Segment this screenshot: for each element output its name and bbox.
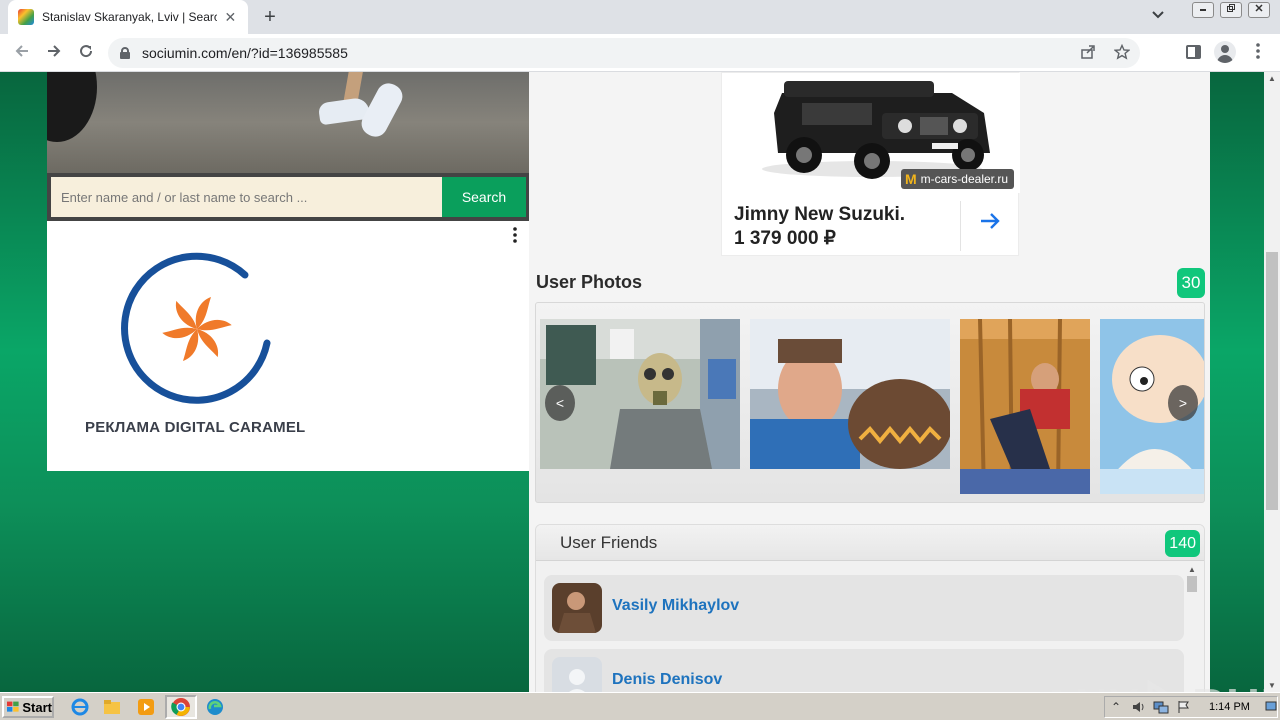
caramel-logo-icon bbox=[121, 252, 271, 404]
taskbar-chrome-button[interactable] bbox=[165, 695, 197, 719]
new-tab-button[interactable]: + bbox=[258, 6, 282, 30]
arrow-right-icon[interactable] bbox=[976, 209, 1004, 237]
system-tray: ⌃ 1:14 PM bbox=[1104, 696, 1278, 718]
start-button[interactable]: Start bbox=[2, 696, 54, 718]
tray-expand-icon[interactable]: ⌃ bbox=[1111, 700, 1121, 714]
forward-arrow-icon[interactable] bbox=[42, 42, 66, 64]
browser-tab[interactable]: Stanislav Skaranyak, Lviv | Search In ✕ bbox=[8, 0, 248, 34]
dealer-badge: M m-cars-dealer.ru bbox=[900, 169, 1014, 189]
minimize-button[interactable] bbox=[1192, 2, 1214, 18]
user-friends-title: User Friends bbox=[560, 533, 658, 552]
browser-tab-strip: Stanislav Skaranyak, Lviv | Search In ✕ … bbox=[0, 0, 1280, 34]
carousel-prev-button[interactable]: < bbox=[545, 385, 575, 421]
edge-icon[interactable] bbox=[205, 697, 225, 717]
chrome-icon bbox=[171, 698, 190, 716]
browser-toolbar: sociumin.com/en/?id=136985585 bbox=[0, 34, 1280, 72]
photos-carousel: < > bbox=[535, 302, 1205, 503]
friends-header: User Friends 140 bbox=[536, 525, 1204, 561]
dealer-badge-text: m-cars-dealer.ru bbox=[920, 172, 1008, 186]
photos-count-badge: 30 bbox=[1177, 268, 1205, 298]
file-explorer-icon[interactable] bbox=[102, 697, 122, 717]
ad-options-icon[interactable] bbox=[513, 227, 517, 247]
main-column: M m-cars-dealer.ru Jimny New Suzuki. 1 3… bbox=[529, 72, 1210, 692]
profile-avatar-icon[interactable] bbox=[1214, 41, 1236, 63]
car-ad-card[interactable]: M m-cars-dealer.ru Jimny New Suzuki. 1 3… bbox=[721, 72, 1020, 256]
tab-title: Stanislav Skaranyak, Lviv | Search In bbox=[42, 10, 217, 24]
share-icon[interactable] bbox=[1080, 44, 1096, 64]
window-controls bbox=[1192, 2, 1270, 18]
dealer-logo-icon: M bbox=[904, 171, 917, 187]
ad-brand-text: РЕКЛАМА DIGITAL CARAMEL bbox=[85, 419, 306, 436]
bookmark-star-icon[interactable] bbox=[1113, 43, 1131, 64]
ad-banner-digital-caramel[interactable]: РЕКЛАМА DIGITAL CARAMEL bbox=[47, 221, 529, 471]
close-window-button[interactable] bbox=[1248, 2, 1270, 18]
internet-explorer-icon[interactable] bbox=[70, 697, 90, 717]
play-logo-icon bbox=[1147, 680, 1168, 692]
flag-icon[interactable] bbox=[1177, 700, 1191, 717]
search-input[interactable] bbox=[51, 177, 442, 217]
watermark-text-right: RUN bbox=[1192, 678, 1264, 692]
header-banner-image bbox=[47, 72, 529, 173]
anyrun-watermark: ANY RUN bbox=[1040, 678, 1264, 692]
scroll-up-arrow-icon[interactable]: ▲ bbox=[1186, 565, 1198, 574]
car-ad-price: 1 379 000 ₽ bbox=[734, 228, 836, 249]
default-avatar-icon bbox=[552, 657, 602, 692]
reload-icon[interactable] bbox=[74, 42, 98, 64]
carousel-next-button[interactable]: > bbox=[1168, 385, 1198, 421]
friends-scrollbar[interactable]: ▲ bbox=[1186, 565, 1198, 692]
url-text[interactable]: sociumin.com/en/?id=136985585 bbox=[142, 45, 348, 61]
taskbar-clock[interactable]: 1:14 PM bbox=[1209, 701, 1250, 713]
car-ad-divider bbox=[960, 201, 961, 251]
friend-list-item[interactable]: Vasily Mikhaylov bbox=[544, 575, 1184, 641]
windows-logo-icon bbox=[7, 701, 19, 712]
back-arrow-icon[interactable] bbox=[10, 42, 34, 64]
start-label: Start bbox=[22, 699, 52, 715]
site-favicon-icon bbox=[18, 9, 34, 25]
media-player-icon[interactable] bbox=[136, 697, 156, 717]
page-scroll-down-icon[interactable]: ▼ bbox=[1264, 681, 1280, 690]
search-button[interactable]: Search bbox=[442, 177, 526, 217]
friend-name-link[interactable]: Vasily Mikhaylov bbox=[612, 597, 739, 615]
show-desktop-icon[interactable] bbox=[1265, 700, 1277, 715]
lock-icon[interactable] bbox=[120, 47, 130, 59]
tab-search-chevron-icon[interactable] bbox=[1152, 8, 1164, 22]
side-panel-icon[interactable] bbox=[1186, 45, 1201, 59]
left-column: Search РЕКЛАМА DIGITAL CARAMEL bbox=[47, 72, 529, 471]
restore-button[interactable] bbox=[1220, 2, 1242, 18]
user-photos-title: User Photos bbox=[536, 272, 643, 292]
car-ad-title: Jimny New Suzuki. bbox=[734, 204, 906, 225]
network-icon[interactable] bbox=[1153, 700, 1169, 717]
tab-close-icon[interactable]: ✕ bbox=[223, 9, 238, 26]
page-scroll-up-icon[interactable]: ▲ bbox=[1264, 74, 1280, 83]
search-bar: Search bbox=[47, 173, 529, 221]
user-friends-panel: User Friends 140 Vasily Mikhaylov Denis … bbox=[535, 524, 1205, 692]
friends-count-badge: 140 bbox=[1165, 530, 1200, 557]
page-viewport: Search РЕКЛАМА DIGITAL CARAMEL bbox=[0, 72, 1264, 692]
volume-icon[interactable] bbox=[1131, 700, 1147, 717]
friend-avatar bbox=[552, 583, 602, 633]
photo-thumbnail[interactable] bbox=[960, 319, 1090, 494]
friend-name-link[interactable]: Denis Denisov bbox=[612, 671, 722, 689]
page-scrollbar[interactable]: ▲ ▼ bbox=[1264, 72, 1280, 692]
address-bar[interactable]: sociumin.com/en/?id=136985585 bbox=[108, 38, 1140, 68]
watermark-text-left: ANY bbox=[1040, 678, 1140, 692]
photo-thumbnail[interactable] bbox=[750, 319, 950, 469]
car-ad-caption: Jimny New Suzuki. 1 379 000 ₽ bbox=[734, 203, 954, 251]
windows-taskbar: Start ⌃ 1:14 PM bbox=[0, 692, 1280, 720]
browser-menu-icon[interactable] bbox=[1250, 43, 1266, 64]
page-scroll-thumb[interactable] bbox=[1266, 252, 1278, 510]
friends-scroll-thumb[interactable] bbox=[1187, 576, 1197, 592]
